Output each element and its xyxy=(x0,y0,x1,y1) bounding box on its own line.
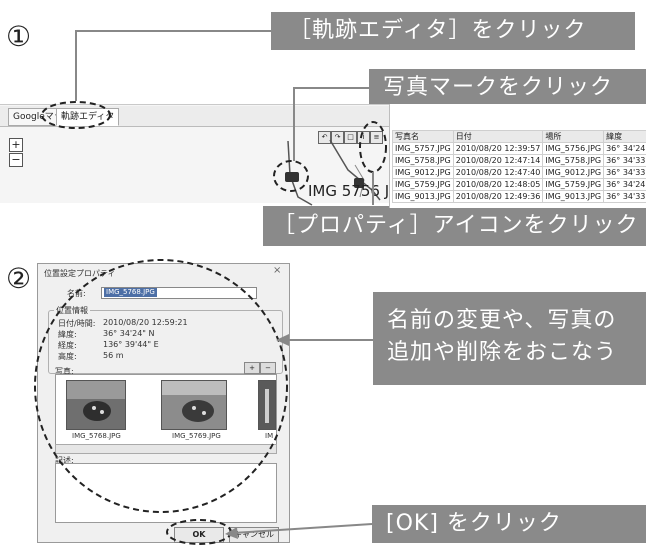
photo-list-scrollbar[interactable] xyxy=(55,444,277,454)
tab-track-editor[interactable]: 軌跡エディタ xyxy=(56,108,120,126)
table-cell: IMG_5758.JPG xyxy=(542,154,605,167)
step-1-number: ① xyxy=(6,20,32,53)
table-cell: IMG_5759.JPG xyxy=(542,178,605,191)
tab-bar: Googleマップ 軌跡エディタ xyxy=(0,106,390,127)
zoom-out-button[interactable]: − xyxy=(9,153,23,167)
table-row[interactable]: IMG_5759.JPG 2010/08/20 12:48:05 IMG_575… xyxy=(392,178,646,191)
table-cell: 2010/08/20 12:47:40 xyxy=(452,166,544,179)
table-cell: 36° 34'33" xyxy=(603,154,646,167)
table-cell: 36° 34'24" xyxy=(603,142,646,155)
latitude-value: 36° 34'24" N xyxy=(103,329,155,338)
datetime-label: 日付/時間: xyxy=(58,319,96,328)
photo-marker-icon[interactable] xyxy=(285,172,299,182)
column-header[interactable]: 緯度 xyxy=(603,130,646,143)
table-cell: 36° 34'24" xyxy=(603,178,646,191)
photo-caption: IM xyxy=(265,432,274,440)
add-photo-icon[interactable]: + xyxy=(244,362,260,374)
table-cell: IMG_5756.JPG xyxy=(542,142,605,155)
callout-properties-icon: ［プロパティ］アイコンをクリック xyxy=(263,206,646,246)
latitude-label: 緯度: xyxy=(58,330,77,339)
callout-photo-mark: 写真マークをクリック xyxy=(369,69,646,107)
table-cell: IMG_5758.JPG xyxy=(392,154,454,167)
table-row[interactable]: IMG_5757.JPG 2010/08/20 12:39:57 IMG_575… xyxy=(392,142,646,155)
altitude-label: 高度: xyxy=(58,352,77,361)
table-cell: 36° 34'33" xyxy=(603,166,646,179)
photo-thumbnail[interactable] xyxy=(161,380,227,430)
photo-caption: IMG_5769.JPG xyxy=(172,432,221,440)
table-cell: IMG_9013.JPG xyxy=(392,190,454,203)
location-group-label: 位置情報 xyxy=(54,305,90,316)
photo-caption: IMG_5768.JPG xyxy=(72,432,121,440)
datetime-value: 2010/08/20 12:59:21 xyxy=(103,318,188,327)
table-cell: IMG_9013.JPG xyxy=(542,190,605,203)
table-cell: IMG_5757.JPG xyxy=(392,142,454,155)
dialog-title: 位置設定プロパティ xyxy=(44,269,116,278)
close-icon[interactable]: × xyxy=(273,265,281,276)
table-cell: IMG_5759.JPG xyxy=(392,178,454,191)
column-header[interactable]: 場所 xyxy=(542,130,605,143)
callout-ok: [OK] をクリック xyxy=(372,505,646,543)
table-cell: 2010/08/20 12:39:57 xyxy=(452,142,544,155)
longitude-label: 経度: xyxy=(58,341,77,350)
table-header-row: 写真名 日付 場所 緯度 xyxy=(392,130,646,143)
ok-button[interactable]: OK xyxy=(174,527,224,543)
table-row[interactable]: IMG_9013.JPG 2010/08/20 12:49:36 IMG_901… xyxy=(392,190,646,203)
step-2-number: ② xyxy=(6,262,32,295)
remove-photo-icon[interactable]: − xyxy=(260,362,276,374)
table-row[interactable]: IMG_9012.JPG 2010/08/20 12:47:40 IMG_901… xyxy=(392,166,646,179)
name-value: IMG_5768.JPG xyxy=(104,288,157,297)
table-cell: IMG_9012.JPG xyxy=(542,166,605,179)
table-cell: 36° 34'33" xyxy=(603,190,646,203)
cancel-button[interactable]: キャンセル xyxy=(229,527,279,543)
table-cell: IMG_9012.JPG xyxy=(392,166,454,179)
callout-track-editor: ［軌跡エディタ］をクリック xyxy=(271,12,635,50)
table-cell: 2010/08/20 12:47:14 xyxy=(452,154,544,167)
photo-thumbnail[interactable] xyxy=(258,380,276,430)
photo-table: 写真名 日付 場所 緯度 IMG_5757.JPG 2010/08/20 12:… xyxy=(392,130,646,203)
table-cell: 2010/08/20 12:49:36 xyxy=(452,190,544,203)
name-label: 名前: xyxy=(67,289,86,298)
callout-edit-photos: 名前の変更や、写真の 追加や削除をおこなう xyxy=(373,292,646,385)
table-cell: 2010/08/20 12:48:05 xyxy=(452,178,544,191)
zoom-in-button[interactable]: + xyxy=(9,138,23,152)
memo-field[interactable] xyxy=(55,463,277,523)
column-header[interactable]: 写真名 xyxy=(392,130,454,143)
altitude-value: 56 m xyxy=(103,351,124,360)
longitude-value: 136° 39'44" E xyxy=(103,340,159,349)
column-header[interactable]: 日付 xyxy=(452,130,544,143)
photo-thumbnail[interactable] xyxy=(66,380,126,430)
table-row[interactable]: IMG_5758.JPG 2010/08/20 12:47:14 IMG_575… xyxy=(392,154,646,167)
